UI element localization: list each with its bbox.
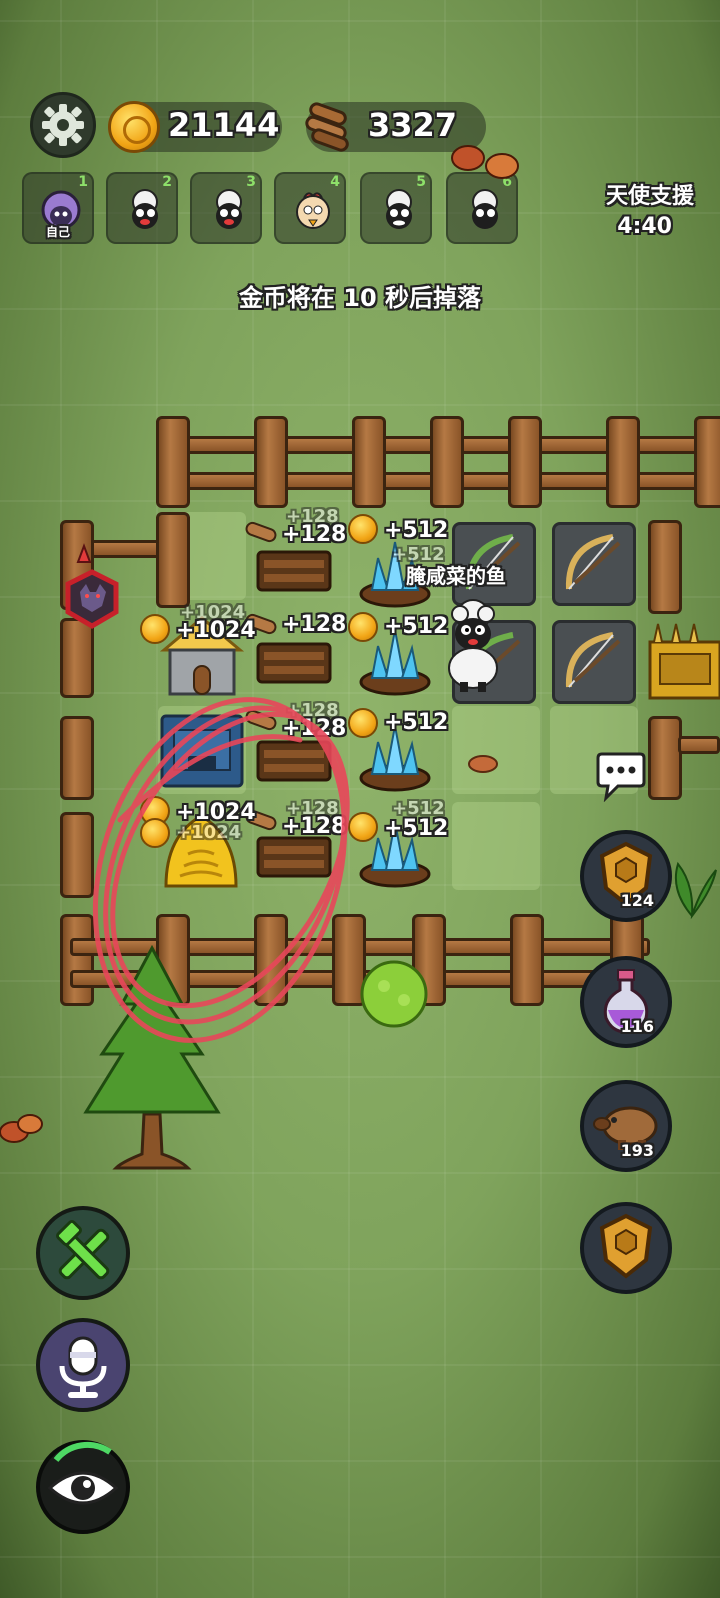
rooster-avatar-icon [296, 192, 330, 229]
view-toggle-button[interactable] [36, 1440, 130, 1534]
fence-post [352, 416, 386, 508]
fence-post [254, 416, 288, 508]
house-gain-ghost: +1024 [180, 602, 246, 623]
sheep-avatar-icon [386, 189, 412, 229]
coin-icon [348, 612, 378, 642]
player-rank: 2 [162, 174, 172, 190]
settings-button[interactable] [30, 92, 96, 158]
microphone-icon [59, 1336, 107, 1398]
bush-icon [360, 960, 428, 1028]
grid-tile[interactable] [452, 802, 540, 890]
build-tools-button[interactable] [36, 1206, 130, 1300]
bow-icon [565, 632, 621, 688]
wood-gain-label: +128 [282, 522, 347, 547]
bow-tower-tile[interactable] [552, 620, 636, 704]
player-rank: 5 [416, 174, 426, 190]
gear-icon [42, 104, 84, 146]
chat-bubble-icon[interactable] [594, 752, 648, 802]
coin-icon [348, 514, 378, 544]
sheep-avatar-icon [216, 189, 242, 229]
player-rank: 1 [78, 174, 88, 190]
wolf-threat-icon [65, 543, 119, 629]
grid-tile[interactable] [452, 706, 540, 794]
shield-icon [599, 1213, 653, 1279]
fence-post [510, 914, 544, 1006]
mushroom-decoration-icon [0, 1114, 43, 1143]
wood-log-icon [305, 102, 349, 152]
fence-rail [678, 736, 720, 754]
piggy-bank-button[interactable]: 193 [580, 1080, 672, 1172]
coin-drop-notice: 金币将在 10 秒后掉落 [238, 284, 482, 312]
fence-post [606, 416, 640, 508]
fence-post [430, 416, 464, 508]
wood-log-icon [245, 521, 277, 543]
potion-count: 116 [620, 1017, 654, 1036]
hammer-wrench-icon [56, 1220, 110, 1280]
player-sheep-icon [448, 599, 498, 692]
sheep-avatar-icon [132, 189, 158, 229]
fence-post [156, 512, 190, 608]
coin-amount: 21144 [168, 106, 280, 144]
fence-post [508, 416, 542, 508]
bow-icon [565, 534, 621, 590]
potion-item-button[interactable]: 116 [580, 956, 672, 1048]
angel-support-timer: 4:40 [617, 214, 672, 239]
bow-tower-tile[interactable] [552, 522, 636, 606]
player-name-label: 腌咸菜的鱼 [406, 564, 506, 588]
shield-upgrade-button[interactable] [580, 1202, 672, 1294]
angel-support-title: 天使支援 [605, 184, 694, 209]
cooldown-ring [53, 1441, 112, 1462]
player-rank: 3 [246, 174, 256, 190]
self-label: 自己 [45, 225, 70, 239]
piggy-count: 193 [620, 1141, 654, 1160]
fence-post [156, 416, 190, 508]
coin-icon [140, 614, 170, 644]
player-slot-4[interactable]: 4 [274, 172, 346, 244]
wood-amount: 3327 [368, 106, 458, 144]
coin-gain-label: +512 [384, 816, 449, 841]
plant-decoration-icon [674, 861, 717, 920]
coin-icon [108, 101, 160, 153]
player-slot-3[interactable]: 3 [190, 172, 262, 244]
player-slot-1[interactable]: 1 自己 [22, 172, 94, 244]
player-slot-5[interactable]: 5 [360, 172, 432, 244]
sheep-avatar-icon [472, 189, 498, 229]
fence-post [648, 520, 682, 614]
rock-decoration-icon [468, 755, 498, 773]
fence-post [694, 416, 720, 508]
mushroom-decoration-icon [451, 145, 519, 179]
player-slot-2[interactable]: 2 [106, 172, 178, 244]
shield-count: 124 [620, 891, 654, 910]
gold-gate-icon [648, 623, 720, 700]
fence-post [648, 716, 682, 800]
wood-gain-label: +128 [282, 612, 347, 637]
red-circle-annotation [92, 697, 350, 1043]
coin-gain-label: +512 [384, 518, 449, 543]
voice-chat-button[interactable] [36, 1318, 130, 1412]
coin-gain-label: +512 [384, 710, 449, 735]
shield-item-button[interactable]: 124 [580, 830, 672, 922]
player-rank: 4 [330, 174, 340, 190]
